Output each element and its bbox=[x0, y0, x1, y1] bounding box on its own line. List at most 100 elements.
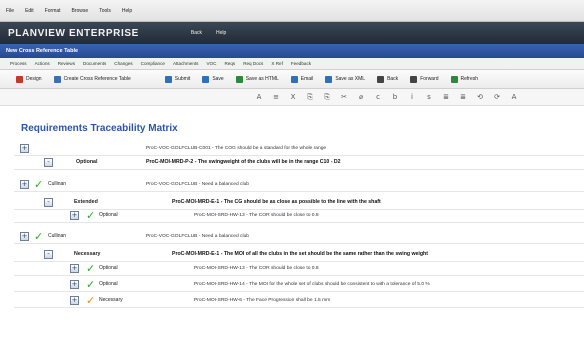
menu-format[interactable]: Format bbox=[45, 8, 61, 14]
save-button[interactable]: Save bbox=[202, 75, 224, 83]
collapse-toggle[interactable]: - bbox=[44, 157, 53, 167]
design-button[interactable]: Design bbox=[16, 75, 42, 83]
requirement-description[interactable]: ProC-VOC-GOLFCLUB - Need a balanced club bbox=[146, 182, 249, 187]
menu-tools[interactable]: Tools bbox=[99, 8, 111, 14]
menu-bar: File Edit Format Browse Tools Help bbox=[0, 0, 584, 22]
matrix-row: + ✓ Necessary ProC-MOI-SRD-HW-6 - The Face … bbox=[0, 293, 584, 307]
format-tool-icon[interactable]: X bbox=[288, 93, 298, 101]
save-as-html-button[interactable]: Save as HTML bbox=[235, 75, 279, 83]
toolbar-label: Save as XML bbox=[335, 76, 366, 82]
requirement-description[interactable]: ProC-MOI-MRD-E-1 - The MOI of all the cl… bbox=[172, 251, 428, 257]
format-tool-icon[interactable]: A bbox=[254, 93, 264, 101]
expand-toggle[interactable]: + bbox=[70, 210, 79, 220]
format-tool-icon[interactable]: ✂ bbox=[339, 93, 349, 101]
format-tool-icon[interactable]: c bbox=[373, 93, 383, 101]
tab-attachments[interactable]: Attachments bbox=[173, 61, 199, 66]
forward-button[interactable]: Forward bbox=[410, 75, 439, 83]
forward-icon bbox=[410, 75, 418, 83]
window-title-bar: New Cross Reference Table bbox=[0, 44, 584, 58]
format-tool-icon[interactable]: ⟲ bbox=[475, 93, 485, 101]
tab-reviews[interactable]: Reviews bbox=[58, 61, 75, 66]
expand-toggle[interactable]: + bbox=[70, 263, 79, 273]
submit-button[interactable]: Submit bbox=[164, 75, 191, 83]
expand-toggle[interactable]: + bbox=[20, 231, 29, 241]
email-icon bbox=[290, 75, 298, 83]
format-tool-icon[interactable]: ⎘ bbox=[322, 93, 332, 102]
format-tool-icon[interactable]: ≣ bbox=[458, 93, 468, 101]
tab-compliance[interactable]: Compliance bbox=[141, 61, 165, 66]
save-icon bbox=[202, 75, 210, 83]
toolbar: Design Create Cross Reference Table Submit… bbox=[0, 70, 584, 89]
expand-toggle[interactable]: + bbox=[20, 179, 29, 189]
requirement-description[interactable]: ProC-MOI-SRD-HW-14 - The MOI for the who… bbox=[194, 282, 430, 287]
menu-edit[interactable]: Edit bbox=[25, 8, 34, 14]
collapse-toggle[interactable]: - bbox=[44, 249, 53, 259]
matrix-row: + ✓ Optional ProC-MOI-SRD-HW-13 - The COR s… bbox=[0, 208, 584, 222]
toolbar-label: Submit bbox=[174, 76, 191, 82]
format-tool-icon[interactable]: b bbox=[390, 93, 400, 101]
design-icon bbox=[16, 75, 23, 83]
tab-feedback[interactable]: Feedback bbox=[291, 61, 311, 66]
tab-x-ref[interactable]: X Ref bbox=[271, 61, 283, 66]
format-tool-icon[interactable]: ≣ bbox=[441, 93, 451, 101]
format-tool-icon[interactable]: s bbox=[424, 93, 434, 101]
row-divider bbox=[14, 191, 584, 192]
refresh-icon bbox=[450, 75, 458, 83]
brand-nav: Back Help bbox=[191, 30, 226, 36]
requirement-description[interactable]: ProC-MOI-SRD-HW-13 - The COR should be c… bbox=[194, 213, 319, 218]
menu-file[interactable]: File bbox=[6, 8, 14, 14]
checkmark-icon: ✓ bbox=[34, 177, 44, 191]
priority-label: Optional bbox=[99, 212, 118, 218]
tab-actions[interactable]: Actions bbox=[35, 61, 50, 66]
requirement-description[interactable]: ProC-MOI-MRD-E-1 - The CG should be as c… bbox=[172, 199, 381, 205]
window-title: New Cross Reference Table bbox=[6, 48, 79, 54]
create-cross-reference-table-button[interactable]: Create Cross Reference Table bbox=[53, 75, 131, 83]
tab-voc[interactable]: VOC bbox=[206, 61, 216, 66]
nav-back-link[interactable]: Back bbox=[191, 30, 202, 36]
format-tool-icon[interactable]: ⌀ bbox=[356, 93, 366, 101]
save-as-xml-button[interactable]: Save as XML bbox=[325, 75, 366, 83]
tab-reqs[interactable]: Reqs bbox=[224, 61, 235, 66]
format-tool-icon[interactable]: ≡ bbox=[271, 93, 281, 101]
requirement-description[interactable]: ProC-VOC-GOLFCLUB-C001 - The COG should … bbox=[146, 146, 326, 151]
tab-changes[interactable]: Changes bbox=[114, 61, 132, 66]
toolbar-label: Forward bbox=[420, 76, 439, 82]
format-tool-icon[interactable]: ⎘ bbox=[305, 93, 315, 102]
menu-browse[interactable]: Browse bbox=[72, 8, 89, 14]
toolbar-label: Design bbox=[26, 76, 42, 82]
row-divider bbox=[14, 169, 584, 170]
matrix-row: + ProC-VOC-GOLFCLUB-C001 - The COG should… bbox=[0, 141, 584, 155]
format-toolbar: A ≡ X ⎘ ⎘ ✂ ⌀ c b i s ≣ ≣ ⟲ ⟳ A bbox=[0, 89, 584, 106]
tab-process[interactable]: Process bbox=[10, 61, 27, 66]
requirement-description[interactable]: ProC-MOI-SRD-HW-13 - The COR should be c… bbox=[194, 266, 319, 271]
matrix-row: + ✓ Cullinan ProC-VOC-GOLFCLUB - Need a bal… bbox=[0, 177, 584, 191]
priority-label: Optional bbox=[99, 265, 118, 271]
priority-label: Extended bbox=[74, 199, 98, 205]
priority-label: Cullinan bbox=[48, 181, 67, 187]
menu-help[interactable]: Help bbox=[122, 8, 132, 14]
row-divider bbox=[14, 222, 584, 223]
expand-toggle[interactable]: + bbox=[70, 295, 79, 305]
nav-help-link[interactable]: Help bbox=[216, 30, 226, 36]
back-button[interactable]: Back bbox=[377, 75, 398, 83]
brand-bar: PLANVIEW ENTERPRISE Back Help bbox=[0, 22, 584, 44]
submit-icon bbox=[164, 75, 172, 83]
priority-label: Cullinan bbox=[48, 233, 67, 239]
checkmark-icon: ✓ bbox=[86, 261, 96, 275]
requirement-description[interactable]: ProC-MOI-MRD-P-2 - The swingweight of th… bbox=[146, 159, 341, 165]
tab-req-docs[interactable]: Req Docs bbox=[243, 61, 263, 66]
refresh-button[interactable]: Refresh bbox=[450, 75, 479, 83]
row-divider bbox=[14, 291, 584, 292]
expand-toggle[interactable]: + bbox=[20, 143, 29, 153]
toolbar-label: Refresh bbox=[460, 76, 479, 82]
requirement-description[interactable]: ProC-MOI-SRD-HW-6 - The Face Progression… bbox=[194, 298, 330, 303]
format-tool-icon[interactable]: A bbox=[509, 93, 519, 101]
format-tool-icon[interactable]: i bbox=[407, 93, 417, 101]
expand-toggle[interactable]: + bbox=[70, 279, 79, 289]
tab-documents[interactable]: Documents bbox=[83, 61, 106, 66]
requirement-description[interactable]: ProC-VOC-GOLFCLUB - Need a balanced club bbox=[146, 234, 249, 239]
collapse-toggle[interactable]: - bbox=[44, 197, 53, 207]
priority-label: Optional bbox=[99, 281, 118, 287]
email-button[interactable]: Email bbox=[290, 75, 313, 83]
format-tool-icon[interactable]: ⟳ bbox=[492, 93, 502, 101]
